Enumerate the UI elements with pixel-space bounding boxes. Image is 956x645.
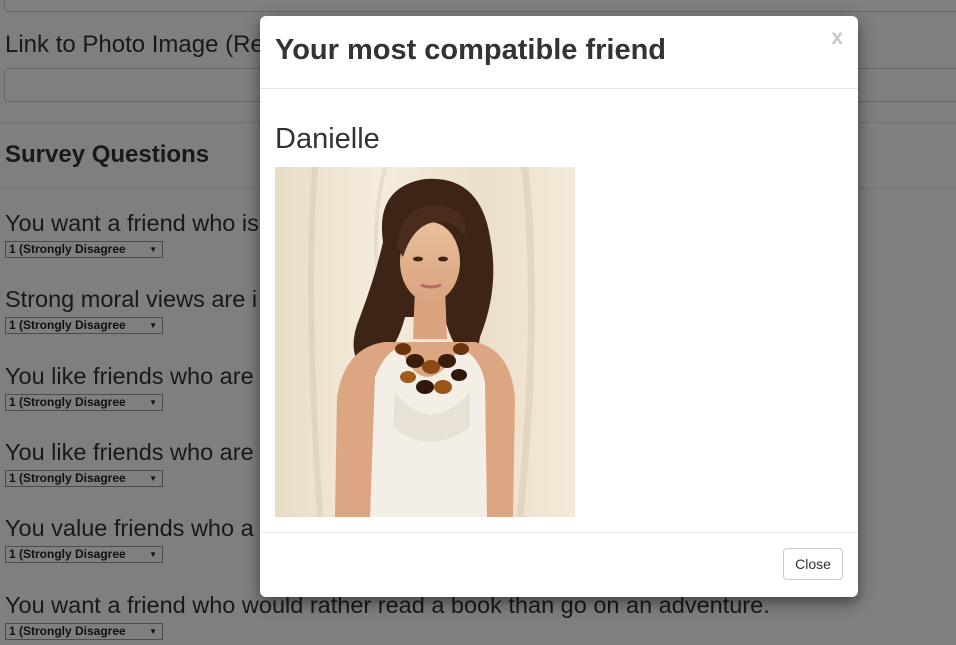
results-modal: Your most compatible friend x Danielle C… bbox=[260, 16, 858, 597]
modal-header: Your most compatible friend x bbox=[260, 16, 858, 89]
friend-photo bbox=[275, 167, 575, 517]
friend-name: Danielle bbox=[275, 123, 380, 155]
modal-title: Your most compatible friend bbox=[275, 34, 667, 66]
close-button[interactable]: Close bbox=[783, 548, 843, 580]
modal-footer: Close bbox=[260, 532, 858, 598]
close-icon[interactable]: x bbox=[831, 26, 843, 50]
